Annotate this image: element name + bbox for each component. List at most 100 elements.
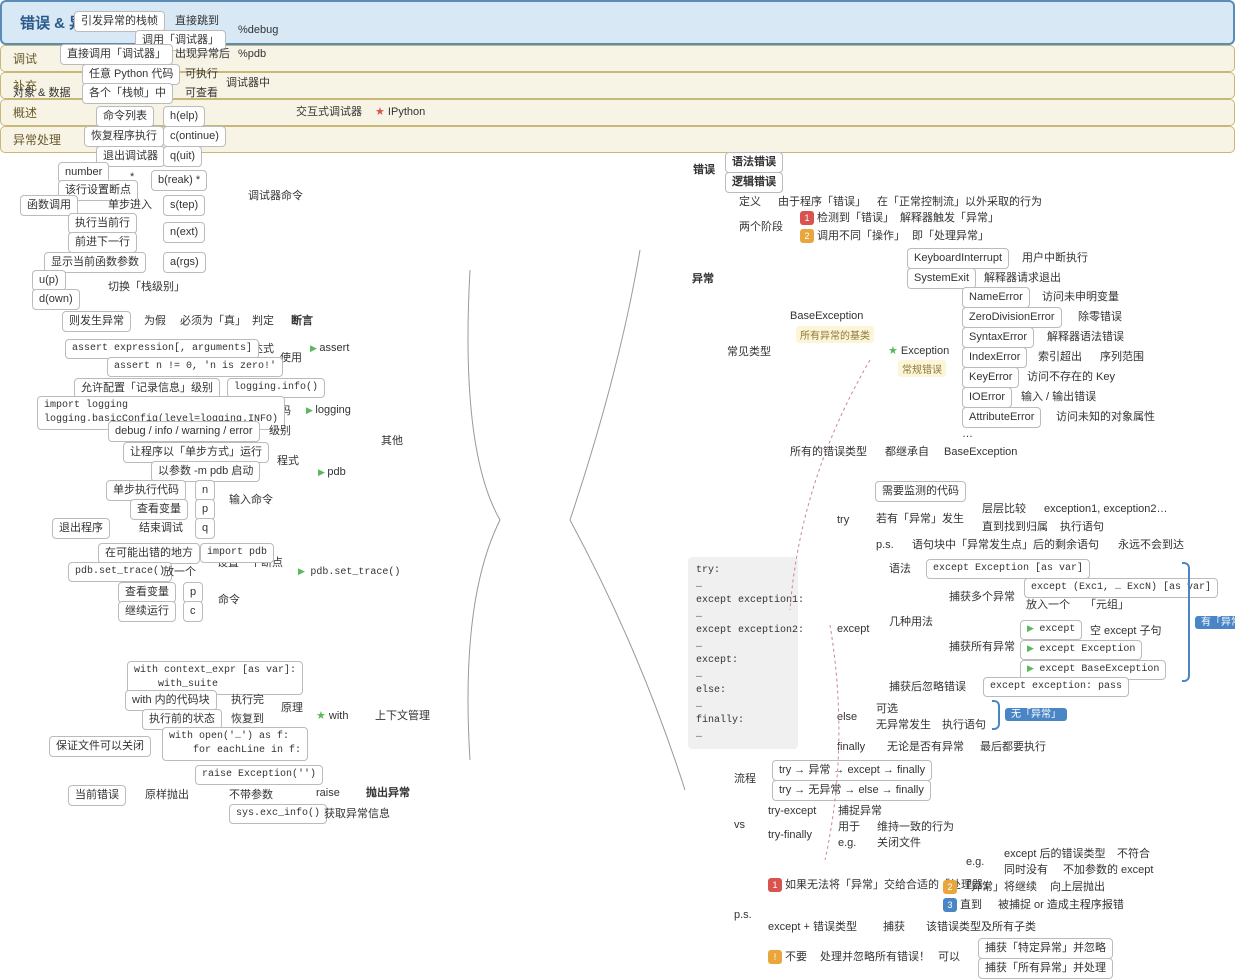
c6c: 前进下一行 bbox=[68, 232, 137, 253]
def-part1: 由于程序「错误」 bbox=[778, 195, 866, 209]
else-label: else bbox=[837, 710, 857, 724]
phase2: 2调用不同「操作」 bbox=[800, 229, 905, 243]
except-syntax: 语法 bbox=[889, 562, 911, 576]
try-desc1: 需要监测的代码 bbox=[875, 481, 966, 502]
key-error-desc: 访问不存在的 Key bbox=[1027, 370, 1115, 384]
ps-p2: 2「异常」将继续 bbox=[943, 880, 1037, 894]
lg3: 级别 bbox=[269, 424, 291, 438]
c2a: c(ontinue) bbox=[163, 126, 226, 147]
has-exc-tag: 有「异常」 bbox=[1195, 615, 1235, 629]
ps-p2a: 向上层抛出 bbox=[1050, 880, 1105, 894]
ps-p3a: 被捕捉 or 造成主程序报错 bbox=[998, 898, 1124, 912]
definition-label: 定义 bbox=[739, 195, 761, 209]
lg3a: debug / info / warning / error bbox=[108, 421, 260, 442]
raise-label: 抛出异常 bbox=[366, 786, 410, 800]
pct-debug: %debug bbox=[238, 23, 278, 37]
ps1d: 放一个 bbox=[163, 565, 196, 579]
system-exit-desc: 解释器请求退出 bbox=[984, 271, 1061, 285]
pd2: 输入命令 bbox=[229, 493, 273, 507]
pd2e: 退出程序 bbox=[52, 518, 110, 539]
exception-type: Exception bbox=[888, 344, 949, 358]
c7a: a(rgs) bbox=[163, 252, 206, 273]
debugger-in: 调试器中 bbox=[226, 76, 270, 90]
vs-1a: 捕捉异常 bbox=[838, 804, 882, 818]
lg1: logging.info() bbox=[227, 378, 325, 398]
with-label: with bbox=[316, 709, 348, 723]
d3e: 对象 & 数据 bbox=[13, 86, 70, 100]
try-desc2b: exception1, exception2… bbox=[1044, 502, 1168, 516]
except-u2a: except bbox=[1020, 620, 1082, 640]
r2a: 获取异常信息 bbox=[324, 807, 390, 821]
inherit-from: 都继承自 bbox=[885, 445, 929, 459]
c2: 恢复程序执行 bbox=[84, 126, 164, 147]
zero-div-desc: 除零错误 bbox=[1078, 310, 1122, 324]
try-ps2: 永远不会到达 bbox=[1118, 538, 1184, 552]
as2d: assert n != 0, 'n is zero!' bbox=[107, 357, 283, 377]
brace-no-exc bbox=[992, 700, 1000, 730]
as1c: 必须为「真」 bbox=[180, 314, 246, 328]
else-1: 可选 bbox=[876, 702, 898, 716]
all-types: 所有的错误类型 bbox=[790, 445, 867, 459]
except-u2c: except Exception bbox=[1020, 640, 1142, 660]
assert-title: 断言 bbox=[291, 314, 313, 328]
io-error: IOError bbox=[962, 387, 1012, 408]
kb-interrupt-desc: 用户中断执行 bbox=[1022, 251, 1088, 265]
ps-p5: !不要 bbox=[768, 950, 807, 964]
syntax-error-desc: 解释器语法错误 bbox=[1047, 330, 1124, 344]
pct-pdb: %pdb bbox=[238, 47, 266, 61]
c1: 命令列表 bbox=[96, 106, 154, 127]
finally-label: finally bbox=[837, 740, 865, 754]
as2: 使用 bbox=[280, 351, 302, 365]
ps-p1a: e.g. bbox=[966, 855, 984, 869]
brace-has-exc bbox=[1182, 562, 1190, 682]
all-base: BaseException bbox=[944, 445, 1017, 459]
except-uses: 几种用法 bbox=[889, 615, 933, 629]
flow-2: try → 无异常 → else → finally bbox=[772, 780, 931, 801]
c8b: d(own) bbox=[32, 289, 80, 310]
attr-error-desc: 访问未知的对象属性 bbox=[1056, 410, 1155, 424]
ps-p3: 3直到 bbox=[943, 898, 982, 912]
vs-2b: 维持一致的行为 bbox=[877, 820, 954, 834]
except-u1: 捕获多个异常 bbox=[949, 590, 1015, 604]
d3d: 可查看 bbox=[185, 86, 218, 100]
ipython: IPython bbox=[375, 105, 425, 119]
try-label: try bbox=[837, 513, 849, 527]
as2b: assert expression[, arguments] bbox=[65, 339, 259, 359]
ps-p4b: 该错误类型及所有子类 bbox=[926, 920, 1036, 934]
io-error-desc: 输入 / 输出错误 bbox=[1021, 390, 1096, 404]
c5b: s(tep) bbox=[163, 195, 205, 216]
c5a: 单步进入 bbox=[108, 198, 152, 212]
pd2c: 查看变量 bbox=[130, 499, 188, 520]
index-error-desc2: 序列范围 bbox=[1100, 350, 1144, 364]
except-u2b: 空 except 子句 bbox=[1090, 624, 1162, 638]
ps1c: pdb.set_trace() bbox=[68, 562, 172, 582]
c1a: h(elp) bbox=[163, 106, 205, 127]
c8: 切换「栈级别」 bbox=[108, 280, 185, 294]
no-exc-tag: 无「异常」 bbox=[1005, 707, 1067, 721]
ps2d: c bbox=[183, 601, 203, 622]
logging-label: logging bbox=[306, 403, 351, 417]
as1b: 为假 bbox=[144, 314, 166, 328]
common-types: 常见类型 bbox=[727, 345, 771, 359]
ps-p1e: 不加参数的 except bbox=[1063, 863, 1153, 877]
vs-1: try-except bbox=[768, 804, 816, 818]
ps-p1b: except 后的错误类型 bbox=[1004, 847, 1105, 861]
except-u1c: 「元组」 bbox=[1085, 598, 1129, 612]
d1b: 直接跳到 bbox=[175, 14, 219, 28]
syntax-error: 语法错误 bbox=[725, 152, 783, 173]
base-exc-note: 所有异常的基类 bbox=[796, 326, 874, 343]
zero-div-error: ZeroDivisionError bbox=[962, 307, 1062, 328]
ps-p5a: 处理并忽略所有错误！ bbox=[820, 950, 930, 964]
else-2: 无异常发生 bbox=[876, 718, 931, 732]
d2a: 直接调用「调试器」 bbox=[60, 44, 173, 65]
base-exception: BaseException bbox=[790, 309, 863, 323]
try-ps: p.s. bbox=[876, 538, 894, 552]
flow-label: 流程 bbox=[734, 772, 756, 786]
d2b: 出现异常后 bbox=[175, 47, 230, 61]
except-u1b: 放入一个 bbox=[1026, 598, 1070, 612]
ps2: 命令 bbox=[218, 593, 240, 607]
with-s3b: 保证文件可以关闭 bbox=[49, 736, 151, 757]
phase2b: 即「处理异常」 bbox=[912, 229, 989, 243]
ps-p5b: 可以 bbox=[938, 950, 960, 964]
r1d: 原样抛出 bbox=[145, 788, 189, 802]
